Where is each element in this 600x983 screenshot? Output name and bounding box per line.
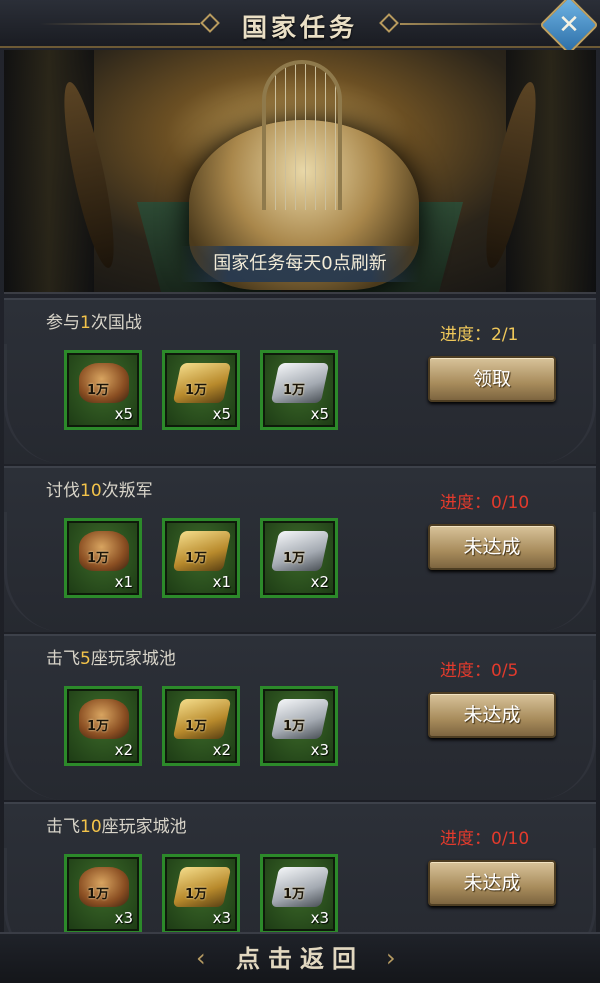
title-ornament-right bbox=[400, 23, 560, 25]
reward-amount-label: 1万 bbox=[185, 551, 208, 566]
reward-list: 1万 x5 1万 x5 1万 x5 bbox=[64, 350, 384, 430]
reward-item[interactable]: 1万 x3 bbox=[162, 854, 240, 934]
reward-quantity: x3 bbox=[114, 909, 133, 927]
task-title-prefix: 击飞 bbox=[46, 817, 80, 837]
title-bar: 国家任务 ✕ bbox=[0, 0, 600, 55]
reward-amount-label: 1万 bbox=[185, 887, 208, 902]
reward-quantity: x2 bbox=[310, 573, 329, 591]
row-ornament-left bbox=[4, 680, 64, 800]
reward-quantity: x2 bbox=[114, 741, 133, 759]
chevron-right-icon: › bbox=[386, 944, 396, 972]
reward-quantity: x5 bbox=[310, 405, 329, 423]
task-title-count: 5 bbox=[80, 649, 91, 669]
reward-quantity: x1 bbox=[114, 573, 133, 591]
incomplete-button[interactable]: 未达成 bbox=[428, 860, 556, 906]
reward-quantity: x3 bbox=[212, 909, 231, 927]
row-ornament-left bbox=[4, 344, 64, 464]
task-progress: 进度：2/1 bbox=[440, 325, 519, 345]
country-task-panel: 国家任务 ✕ 国家任务每天0点刷新 参与1次国战 进度：2/1 1万 x5 1万 x5 1万… bbox=[0, 0, 600, 983]
row-ornament-left bbox=[4, 512, 64, 632]
task-title-suffix: 座玩家城池 bbox=[101, 817, 187, 837]
reward-quantity: x5 bbox=[114, 405, 133, 423]
incomplete-button[interactable]: 未达成 bbox=[428, 692, 556, 738]
task-title-prefix: 参与 bbox=[46, 313, 80, 333]
task-title-suffix: 次国战 bbox=[90, 313, 142, 333]
close-icon: ✕ bbox=[558, 10, 580, 40]
reward-item[interactable]: 1万 x5 bbox=[64, 350, 142, 430]
reward-item[interactable]: 1万 x2 bbox=[162, 686, 240, 766]
task-title: 讨伐10次叛军 bbox=[46, 476, 153, 501]
reward-quantity: x1 bbox=[212, 573, 231, 591]
reward-amount-label: 1万 bbox=[87, 383, 110, 398]
task-row: 讨伐10次叛军进度：0/10 1万 x1 1万 x1 1万 x2 未达成 bbox=[4, 466, 596, 632]
reward-amount-label: 1万 bbox=[87, 719, 110, 734]
task-title-count: 10 bbox=[80, 817, 102, 837]
reward-quantity: x2 bbox=[212, 741, 231, 759]
refresh-notice: 国家任务每天0点刷新 bbox=[180, 246, 420, 282]
reward-quantity: x5 bbox=[212, 405, 231, 423]
reward-amount-label: 1万 bbox=[185, 719, 208, 734]
panel-title: 国家任务 bbox=[241, 13, 358, 42]
reward-item[interactable]: 1万 x5 bbox=[162, 350, 240, 430]
task-title-prefix: 击飞 bbox=[46, 649, 80, 669]
reward-item[interactable]: 1万 x1 bbox=[162, 518, 240, 598]
task-progress: 进度：0/10 bbox=[440, 829, 530, 849]
reward-quantity: x3 bbox=[310, 909, 329, 927]
reward-item[interactable]: 1万 x2 bbox=[64, 686, 142, 766]
reward-item[interactable]: 1万 x3 bbox=[260, 854, 338, 934]
reward-list: 1万 x3 1万 x3 1万 x3 bbox=[64, 854, 384, 934]
task-title-prefix: 讨伐 bbox=[46, 481, 80, 501]
footer-bar: ‹ 点击返回 › bbox=[0, 932, 600, 983]
task-title: 击飞10座玩家城池 bbox=[46, 812, 187, 837]
reward-item[interactable]: 1万 x3 bbox=[260, 686, 338, 766]
reward-amount-label: 1万 bbox=[185, 383, 208, 398]
back-button[interactable]: 点击返回 bbox=[180, 938, 420, 980]
incomplete-button[interactable]: 未达成 bbox=[428, 524, 556, 570]
reward-amount-label: 1万 bbox=[87, 887, 110, 902]
task-title-suffix: 次叛军 bbox=[101, 481, 153, 501]
reward-quantity: x3 bbox=[310, 741, 329, 759]
reward-item[interactable]: 1万 x3 bbox=[64, 854, 142, 934]
task-title-count: 1 bbox=[80, 313, 91, 333]
task-progress: 进度：0/10 bbox=[440, 493, 530, 513]
reward-list: 1万 x2 1万 x2 1万 x3 bbox=[64, 686, 384, 766]
task-title-suffix: 座玩家城池 bbox=[90, 649, 176, 669]
reward-list: 1万 x1 1万 x1 1万 x2 bbox=[64, 518, 384, 598]
task-title: 击飞5座玩家城池 bbox=[46, 644, 176, 669]
task-row: 击飞5座玩家城池进度：0/5 1万 x2 1万 x2 1万 x3 未达成 bbox=[4, 634, 596, 800]
banner-harp bbox=[262, 60, 342, 210]
task-progress: 进度：0/5 bbox=[440, 661, 519, 681]
reward-item[interactable]: 1万 x1 bbox=[64, 518, 142, 598]
reward-item[interactable]: 1万 x5 bbox=[260, 350, 338, 430]
task-title: 参与1次国战 bbox=[46, 308, 142, 333]
reward-amount-label: 1万 bbox=[87, 551, 110, 566]
reward-item[interactable]: 1万 x2 bbox=[260, 518, 338, 598]
reward-amount-label: 1万 bbox=[283, 887, 306, 902]
reward-amount-label: 1万 bbox=[283, 383, 306, 398]
claim-button[interactable]: 领取 bbox=[428, 356, 556, 402]
task-row: 参与1次国战进度：2/1 1万 x5 1万 x5 1万 x5 领取 bbox=[4, 298, 596, 464]
task-title-count: 10 bbox=[80, 481, 102, 501]
reward-amount-label: 1万 bbox=[283, 719, 306, 734]
reward-amount-label: 1万 bbox=[283, 551, 306, 566]
